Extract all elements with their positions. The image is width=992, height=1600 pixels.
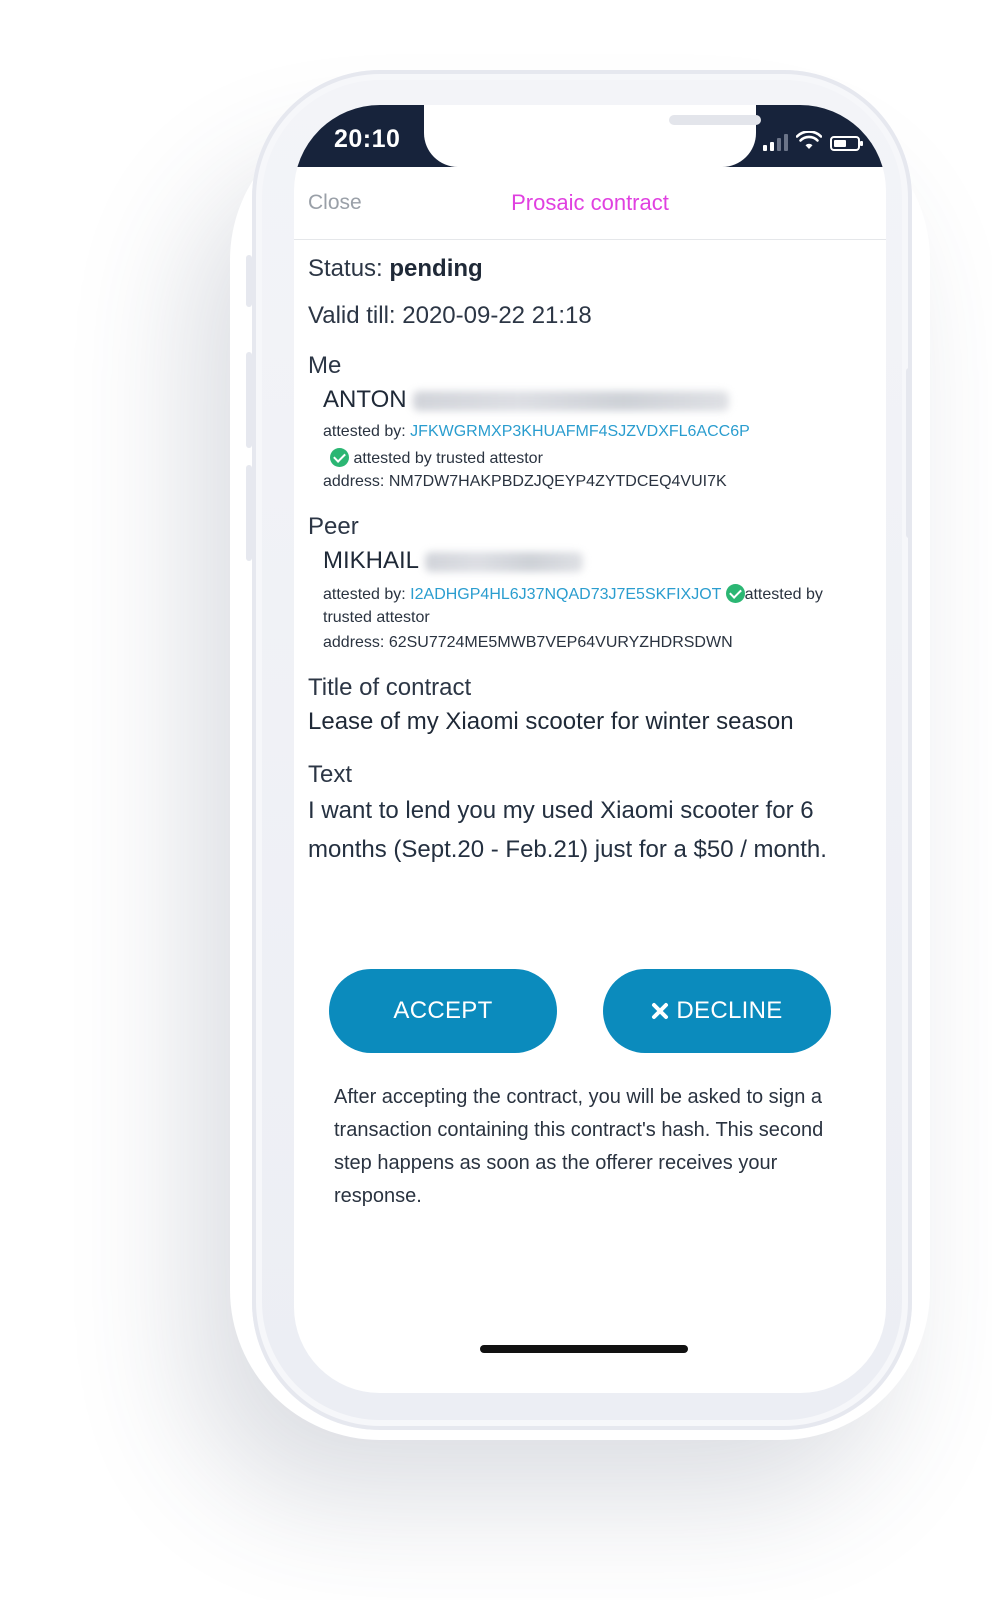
redacted-surname xyxy=(425,551,584,572)
mute-switch xyxy=(246,255,252,307)
contract-text: I want to lend you my used Xiaomi scoote… xyxy=(308,797,827,863)
title-heading: Title of contract xyxy=(308,674,472,701)
valid-till: Valid till: 2020-09-22 21:18 xyxy=(308,302,592,329)
peer-name-text: MIKHAIL xyxy=(323,547,420,574)
me-name: ANTON xyxy=(323,386,729,414)
status-line: Status: pending xyxy=(308,255,483,283)
peer-attested-by: attested by: I2ADHGP4HL6J37NQAD73J7E5SKF… xyxy=(323,584,823,604)
speaker xyxy=(669,115,761,125)
nav-bar: Close Prosaic contract xyxy=(294,167,886,240)
attested-by-label: attested by: xyxy=(323,586,406,603)
me-trusted: attested by trusted attestor xyxy=(330,448,543,468)
notch xyxy=(424,105,761,167)
status-icons xyxy=(763,131,863,151)
text-heading: Text xyxy=(308,761,353,788)
accept-info-note: After accepting the contract, you will b… xyxy=(334,1086,824,1207)
accept-button[interactable]: ACCEPT xyxy=(329,969,557,1053)
check-circle-icon xyxy=(330,448,349,467)
battery-icon xyxy=(830,136,863,151)
peer-address: address: 62SU7724ME5MWB7VEP64VURYZHDRSDW… xyxy=(323,634,733,651)
me-address: address: NM7DW7HAKPBDZJQEYP4ZYTDCEQ4VUI7… xyxy=(323,473,727,490)
attested-by-label: attested by: xyxy=(323,423,406,440)
me-attested-by: attested by: JFKWGRMXP3KHUAFMF4SJZVDXFL6… xyxy=(323,423,750,441)
volume-down-button xyxy=(246,465,252,561)
contract-title: Lease of my Xiaomi scooter for winter se… xyxy=(308,708,794,735)
status-badge: pending xyxy=(389,255,483,282)
accept-label: ACCEPT xyxy=(393,997,493,1024)
me-heading: Me xyxy=(308,352,342,379)
status-label: Status: xyxy=(308,255,383,282)
power-button xyxy=(906,368,912,538)
peer-heading: Peer xyxy=(308,513,359,540)
signal-icon xyxy=(763,133,788,151)
peer-trusted-cont: trusted attestor xyxy=(323,609,430,626)
me-attestor-link[interactable]: JFKWGRMXP3KHUAFMF4SJZVDXFL6ACC6P xyxy=(410,423,750,440)
home-indicator[interactable] xyxy=(480,1345,688,1353)
me-name-text: ANTON xyxy=(323,386,407,413)
check-circle-icon xyxy=(725,584,745,603)
clock: 20:10 xyxy=(334,125,401,153)
trusted-attestor-label: attested by xyxy=(744,586,823,603)
trusted-attestor-label: attested by trusted attestor xyxy=(353,450,543,467)
decline-button[interactable]: DECLINE xyxy=(603,969,831,1053)
wifi-icon xyxy=(796,131,822,149)
volume-up-button xyxy=(246,352,252,448)
mockup-stage: 20:10 Close Prosaic contract Status: pen xyxy=(0,0,992,1600)
status-bar: 20:10 xyxy=(294,105,886,167)
decline-label: DECLINE xyxy=(676,997,783,1024)
redacted-surname xyxy=(412,390,729,411)
page-title: Prosaic contract xyxy=(511,190,669,215)
phone-screen: 20:10 Close Prosaic contract Status: pen xyxy=(294,105,886,1393)
peer-attestor-link[interactable]: I2ADHGP4HL6J37NQAD73J7E5SKFIXJOT xyxy=(410,586,721,603)
peer-name: MIKHAIL xyxy=(323,547,584,575)
close-icon xyxy=(652,1003,669,1019)
